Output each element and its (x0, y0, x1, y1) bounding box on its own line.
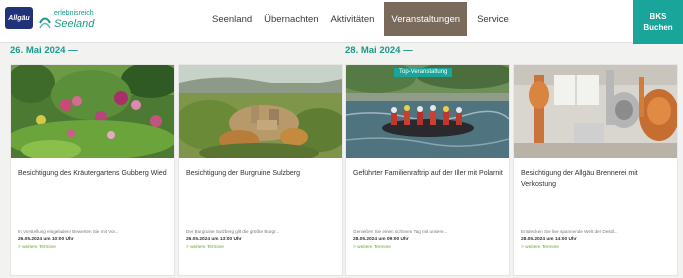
page: Allgäu erlebnisreich Seeland Seenland Üb… (0, 0, 683, 278)
main-nav: Seenland Übernachten Aktivitäten Veranst… (206, 2, 515, 36)
event-excerpt: Genießen Sie einen schönen Tag mit unser… (353, 229, 448, 234)
wave-logo-icon (39, 17, 51, 29)
more-dates-link[interactable]: > weitere Termine (521, 245, 559, 250)
nav-item-seenland[interactable]: Seenland (206, 2, 258, 36)
date-heading-may28: 28. Mai 2024 — (345, 45, 413, 56)
event-datetime: 28.05.2024 um 09:00 Uhr (353, 237, 409, 242)
top-event-badge: Top-Veranstaltung (394, 68, 453, 77)
event-image-distillery[interactable] (514, 65, 677, 158)
more-dates-link[interactable]: > weitere Termine (186, 245, 224, 250)
event-title[interactable]: Besichtigung der Burgruine Sulzberg (186, 168, 336, 179)
nav-item-aktivitaeten[interactable]: Aktivitäten (325, 2, 381, 36)
more-dates-link[interactable]: > weitere Termine (18, 245, 56, 250)
book-button-line1: BKS (649, 12, 667, 21)
logo-line2: Seeland (54, 18, 95, 30)
event-image-garden[interactable] (11, 65, 174, 158)
allgaeu-logo[interactable]: Allgäu (5, 7, 33, 29)
site-header: Allgäu erlebnisreich Seeland Seenland Üb… (0, 0, 683, 44)
event-title[interactable]: Geführter Familienraftrip auf der Iller … (353, 168, 503, 179)
more-dates-link[interactable]: > weitere Termine (353, 245, 391, 250)
date-heading-may26: 26. Mai 2024 — (10, 45, 78, 56)
event-card[interactable]: Besichtigung des Kräutergartens Gubberg … (10, 64, 175, 276)
event-image-rafting[interactable]: Top-Veranstaltung (346, 65, 509, 158)
event-datetime: 26.05.2024 um 13:00 Uhr (186, 237, 242, 242)
nav-item-uebernachten[interactable]: Übernachten (258, 2, 324, 36)
nav-item-service[interactable]: Service (471, 2, 515, 36)
event-excerpt: In Vorstellung eingeladen! Bewerten Sie … (18, 229, 119, 234)
logo-line1: erlebnisreich (54, 10, 94, 17)
event-excerpt: Entdecken Sie live spannende Welt der De… (521, 229, 618, 234)
book-button[interactable]: BKS Buchen (633, 0, 683, 44)
event-excerpt: Der Burgruine Sulzberg gilt die größte B… (186, 229, 280, 234)
event-image-castle-ruin[interactable] (179, 65, 342, 158)
event-datetime: 28.05.2024 um 14:00 Uhr (521, 237, 577, 242)
nav-item-veranstaltungen[interactable]: Veranstaltungen (384, 2, 468, 36)
event-title[interactable]: Besichtigung des Kräutergartens Gubberg … (18, 168, 168, 179)
event-card[interactable]: Besichtigung der Burgruine Sulzberg Der … (178, 64, 343, 276)
event-card[interactable]: Top-Veranstaltung Geführter Familienraft… (345, 64, 510, 276)
book-button-line2: Buchen (643, 23, 673, 32)
seeland-logo[interactable]: erlebnisreich Seeland (38, 5, 98, 33)
event-title[interactable]: Besichtigung der Allgäu Brennerei mit Ve… (521, 168, 671, 190)
event-datetime: 26.05.2024 um 10:00 Uhr (18, 237, 74, 242)
event-card[interactable]: Besichtigung der Allgäu Brennerei mit Ve… (513, 64, 678, 276)
